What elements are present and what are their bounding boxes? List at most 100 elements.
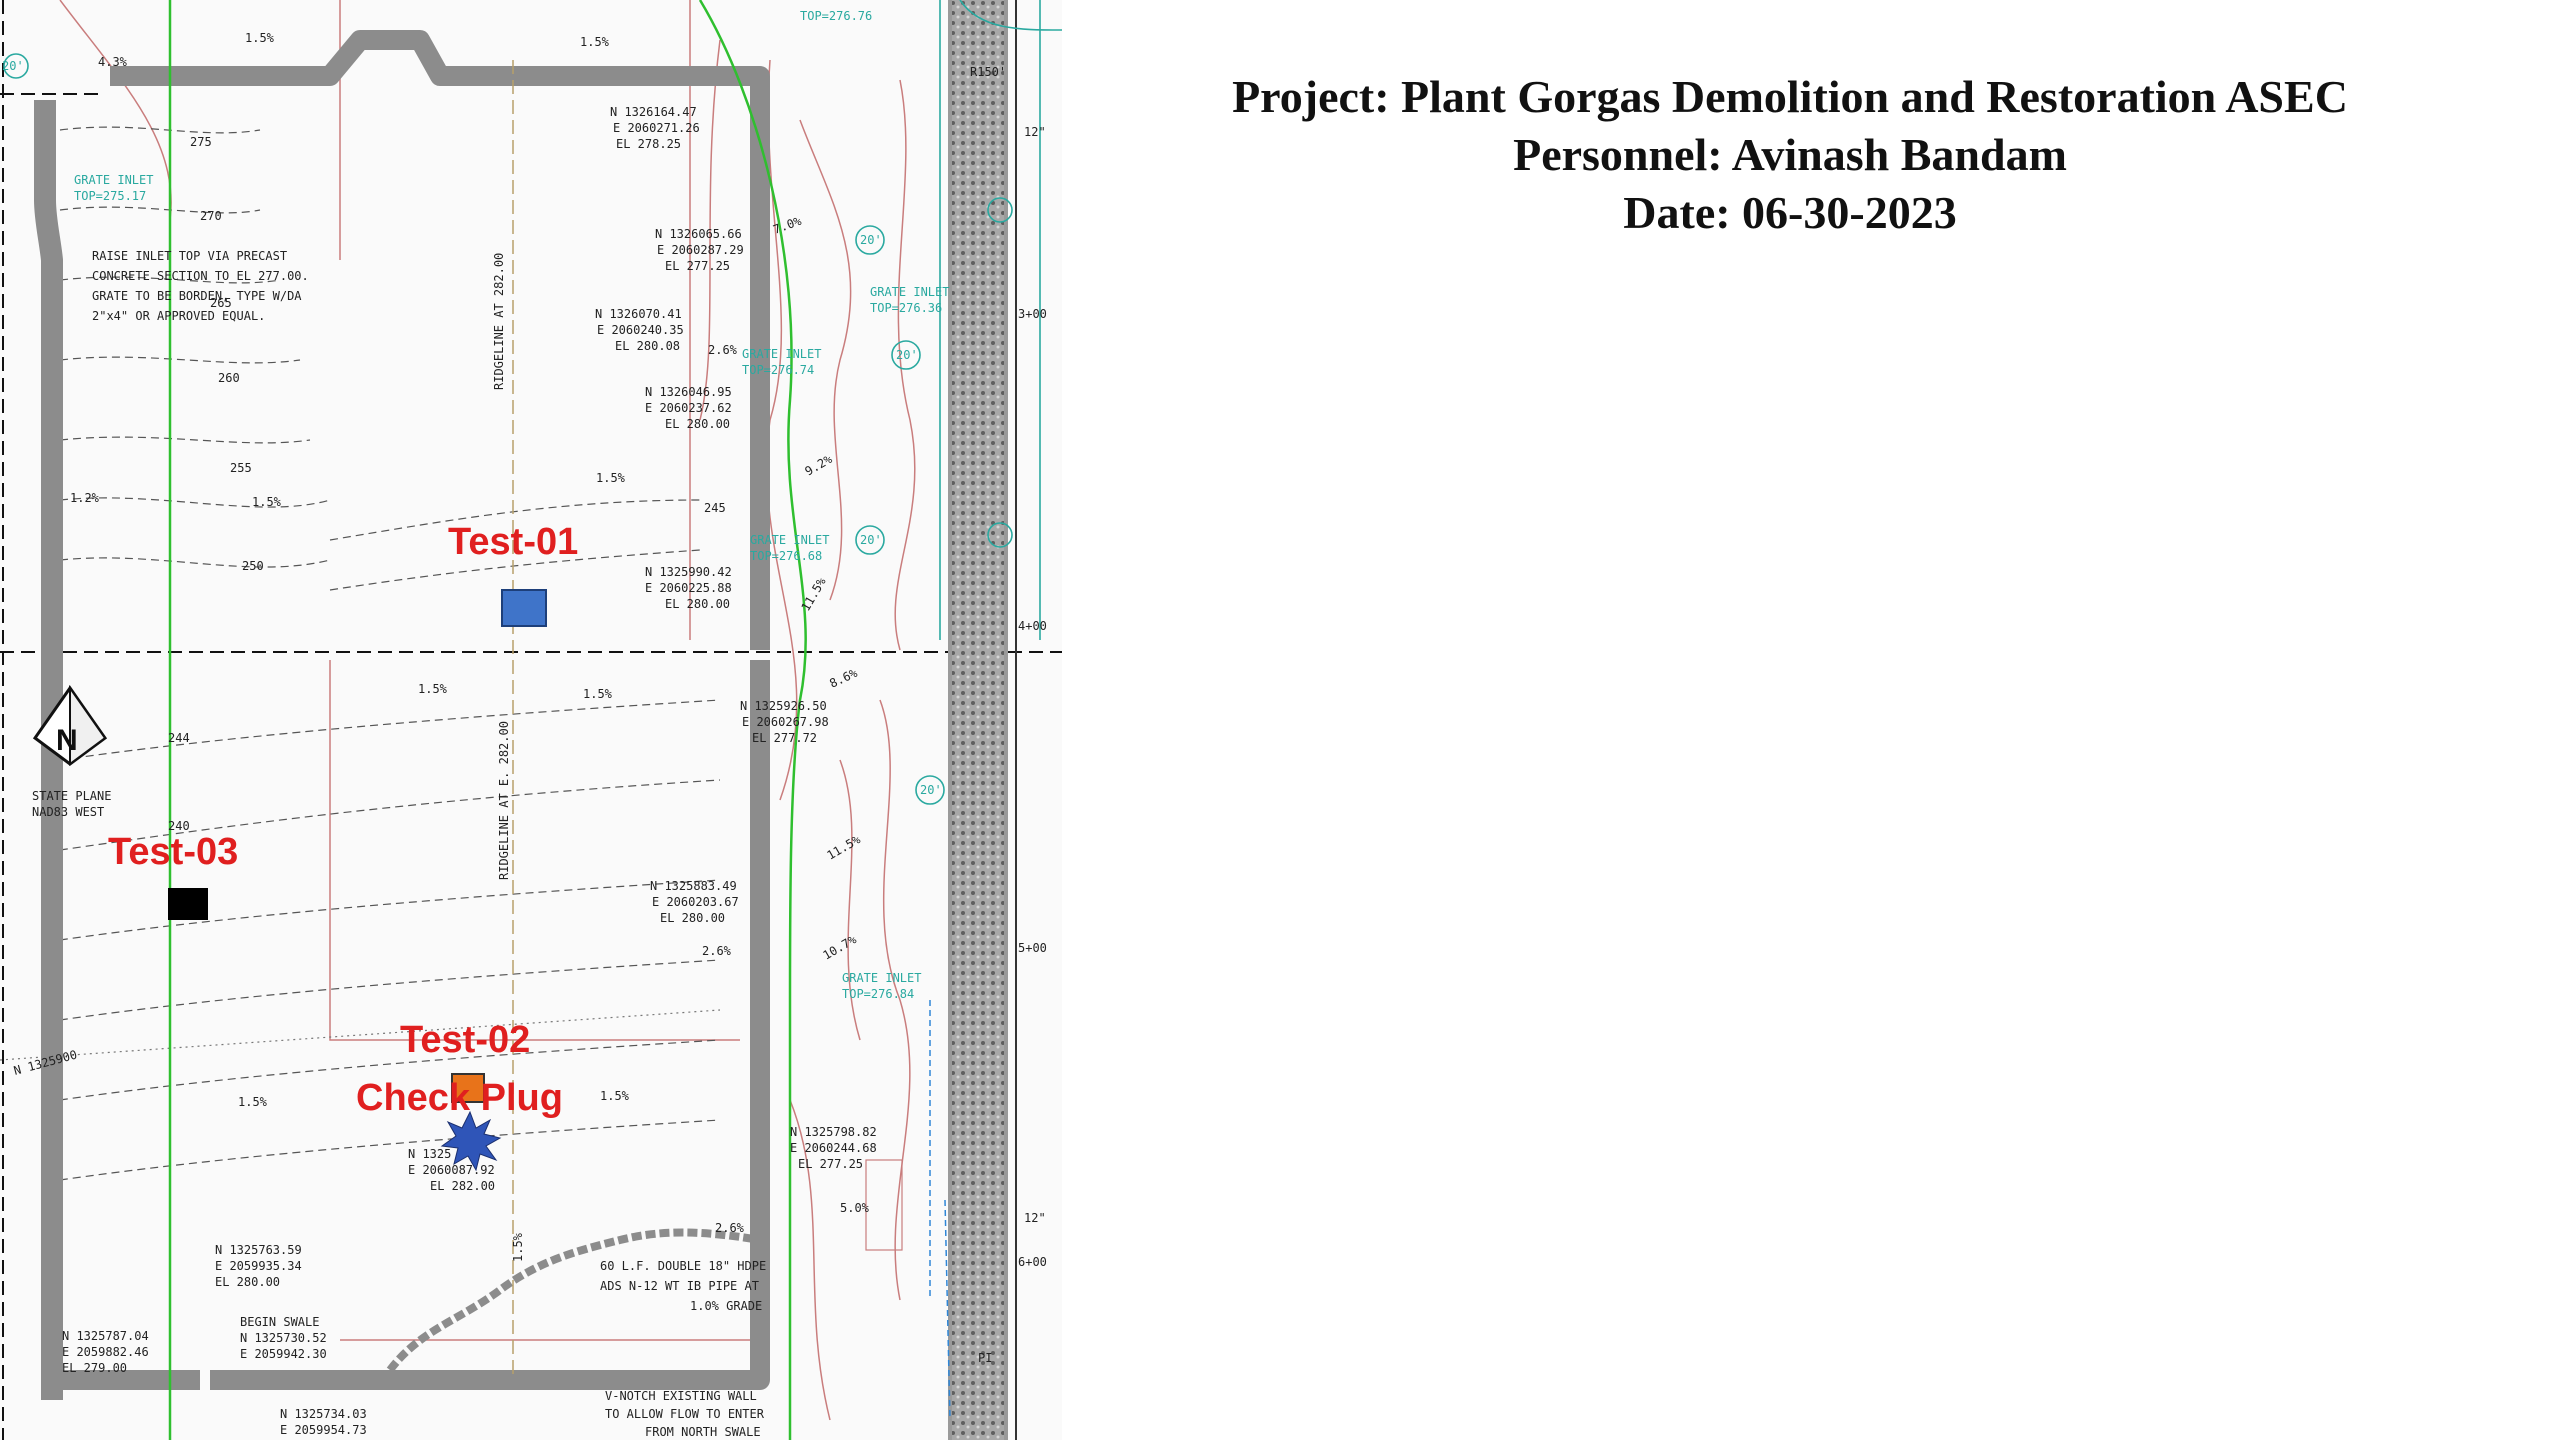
coord-e: E 2059954.73 <box>280 1423 367 1437</box>
begin-swale-label: BEGIN SWALE <box>240 1315 319 1329</box>
coord-e: E 2059882.46 <box>62 1345 149 1359</box>
gravel-texture <box>952 0 1004 1440</box>
inlet-label: TOP=276.36 <box>870 301 942 315</box>
contour-label: 265 <box>210 296 232 310</box>
coord-el: EL 280.00 <box>660 911 725 925</box>
slope-label: 10.7% <box>821 932 860 963</box>
test-02-label: Test-02 <box>400 1019 530 1061</box>
radius-label: R150' <box>970 65 1006 79</box>
coord-n: N 1325787.04 <box>62 1329 149 1343</box>
coord-el: EL 277.25 <box>665 259 730 273</box>
slope-label: 7.0% <box>771 214 804 237</box>
inlet-label: GRATE INLET <box>870 285 949 299</box>
pi-label: 12" <box>1024 1211 1046 1225</box>
station-label: 5+00 <box>1018 941 1047 955</box>
coord-n: N 1326065.66 <box>655 227 742 241</box>
coord-n: N 1326164.47 <box>610 105 697 119</box>
slope-label: 4.3% <box>98 55 128 69</box>
slope-label: 11.5% <box>825 832 864 863</box>
coord-e: E 2060267.98 <box>742 715 829 729</box>
coord-n: N 1325990.42 <box>645 565 732 579</box>
coord-el: EL 277.72 <box>752 731 817 745</box>
check-plug-label: Check Plug <box>356 1077 563 1119</box>
test-03-marker[interactable] <box>168 888 208 920</box>
inlet-label: GRATE INLET <box>74 173 153 187</box>
contour-label: 255 <box>230 461 252 475</box>
personnel-line: Personnel: Avinash Bandam <box>1513 129 2067 180</box>
test-01-marker[interactable] <box>501 589 547 627</box>
contour-label: 260 <box>218 371 240 385</box>
wip-labels: 20' 20' 20' 20' 20' <box>2 59 942 797</box>
slope-label: 1.5% <box>596 471 626 485</box>
wip-label: 20' <box>896 348 918 362</box>
raise-inlet-note: RAISE INLET TOP VIA PRECAST CONCRETE SEC… <box>92 249 309 323</box>
vnotch-note: V-NOTCH EXISTING WALL TO ALLOW FLOW TO E… <box>605 1389 765 1439</box>
dimension-label: PI <box>978 1351 992 1365</box>
coord-el: EL 280.00 <box>665 597 730 611</box>
coord-e: E 2059942.30 <box>240 1347 327 1361</box>
coord-el: EL 278.25 <box>616 137 681 151</box>
check-plug-starburst-icon[interactable] <box>440 1110 502 1172</box>
project-title: Project: Plant Gorgas Demolition and Res… <box>1232 71 2348 122</box>
coord-e: E 2060225.88 <box>645 581 732 595</box>
wip-label: 20' <box>860 233 882 247</box>
contour-label: 245 <box>704 501 726 515</box>
coord-n: N 1325926.50 <box>740 699 827 713</box>
contour-label: 270 <box>200 209 222 223</box>
station-labels: 3+00 4+00 5+00 6+00 <box>1018 307 1047 1269</box>
report-header: Project: Plant Gorgas Demolition and Res… <box>1110 68 2470 242</box>
northing-line <box>0 1009 721 1061</box>
coord-el: EL 277.25 <box>798 1157 863 1171</box>
storm-pipe <box>929 1000 951 1421</box>
slope-label: 2.6% <box>715 1221 745 1235</box>
note-line: 60 L.F. DOUBLE 18" HDPE <box>600 1259 766 1273</box>
pi-label: 12" <box>1024 125 1046 139</box>
inlet-label: TOP=276.76 <box>800 9 872 23</box>
wip-label: 20' <box>2 59 24 73</box>
slope-label: 1.5% <box>238 1095 268 1109</box>
slope-label: 1.5% <box>245 31 275 45</box>
station-label: 4+00 <box>1018 619 1047 633</box>
coord-e: E 2060237.62 <box>645 401 732 415</box>
slope-label: 8.6% <box>827 665 860 690</box>
slope-label: 1.5% <box>252 495 282 509</box>
slope-label: 5.0% <box>840 1201 870 1215</box>
contour-label: 275 <box>190 135 212 149</box>
contour-label: 244 <box>168 731 190 745</box>
coord-e: E 2060203.67 <box>652 895 739 909</box>
ridgeline-label: RIDGELINE AT E. 282.00 <box>497 721 511 880</box>
coord-el: EL 280.00 <box>665 417 730 431</box>
coord-el: EL 279.00 <box>62 1361 127 1375</box>
inlet-label: TOP=276.74 <box>742 363 814 377</box>
utility-lines <box>3 0 1062 805</box>
note-line: RAISE INLET TOP VIA PRECAST <box>92 249 287 263</box>
existing-contours <box>59 126 721 1181</box>
coord-e: E 2060244.68 <box>790 1141 877 1155</box>
note-line: GRATE TO BE BORDEN, TYPE W/DA <box>92 289 302 303</box>
slope-label: 1.5% <box>600 1089 630 1103</box>
coord-n: N 1325798.82 <box>790 1125 877 1139</box>
site-plan-drawing: RAISE INLET TOP VIA PRECAST CONCRETE SEC… <box>0 0 1062 1440</box>
coord-n: N 1325 <box>408 1147 451 1161</box>
coord-e: E 2060240.35 <box>597 323 684 337</box>
note-line: ADS N-12 WT IB PIPE AT <box>600 1279 759 1293</box>
wip-label: 20' <box>920 783 942 797</box>
note-line: FROM NORTH SWALE <box>645 1425 761 1439</box>
coord-n: N 1326046.95 <box>645 385 732 399</box>
note-line: TO ALLOW FLOW TO ENTER <box>605 1407 765 1421</box>
coord-n: N 1325730.52 <box>240 1331 327 1345</box>
coord-e: E 2059935.34 <box>215 1259 302 1273</box>
slope-label: 1.5% <box>418 682 448 696</box>
coord-n: N 1325734.03 <box>280 1407 367 1421</box>
north-arrow-caption: STATE PLANE <box>32 789 111 803</box>
north-letter: N <box>56 724 78 757</box>
slope-label: 9.2% <box>803 452 836 479</box>
site-plan-map: RAISE INLET TOP VIA PRECAST CONCRETE SEC… <box>0 0 1062 1440</box>
coord-el: EL 282.00 <box>430 1179 495 1193</box>
note-line: 1.0% GRADE <box>690 1299 762 1313</box>
pipe-note: 60 L.F. DOUBLE 18" HDPE ADS N-12 WT IB P… <box>600 1259 766 1313</box>
coord-e: E 2060271.26 <box>613 121 700 135</box>
inlet-label: GRATE INLET <box>750 533 829 547</box>
note-line: V-NOTCH EXISTING WALL <box>605 1389 757 1403</box>
inlet-label: TOP=276.68 <box>750 549 822 563</box>
